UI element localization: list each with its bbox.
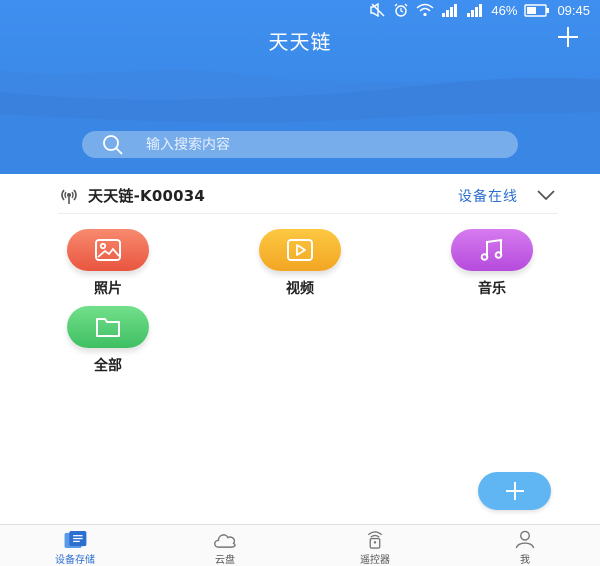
signal-icon-1 bbox=[442, 4, 458, 17]
nav-label: 设备存储 bbox=[55, 555, 95, 566]
battery-icon bbox=[524, 3, 550, 17]
nav-label: 我 bbox=[520, 555, 530, 566]
wifi-status-icon bbox=[416, 3, 434, 17]
signal-icon-2 bbox=[467, 4, 483, 17]
device-row[interactable]: 天天链-K00034 设备在线 bbox=[58, 178, 558, 214]
music-icon bbox=[480, 238, 503, 261]
category-photos[interactable]: 照片 bbox=[63, 229, 153, 298]
plus-icon[interactable] bbox=[556, 25, 580, 49]
category-label: 全部 bbox=[94, 358, 122, 374]
device-status: 设备在线 bbox=[458, 188, 518, 205]
category-videos[interactable]: 视频 bbox=[255, 229, 345, 298]
plus-icon bbox=[505, 482, 524, 500]
image-icon bbox=[95, 239, 121, 261]
category-music[interactable]: 音乐 bbox=[447, 229, 537, 298]
chevron-down-icon[interactable] bbox=[536, 188, 556, 202]
nav-item-me[interactable]: 我 bbox=[450, 525, 600, 566]
music-bubble[interactable] bbox=[451, 229, 533, 271]
page-title: 天天链 bbox=[268, 30, 332, 54]
mute-icon bbox=[370, 3, 385, 17]
user-icon bbox=[515, 530, 535, 549]
app-root: 46% 09:45 天天链 输入搜索内容 天天链-K00034 设备在线 照片 … bbox=[0, 0, 600, 566]
cloud-icon bbox=[214, 534, 236, 548]
search-input[interactable] bbox=[146, 136, 446, 153]
wifi-icon bbox=[61, 189, 77, 204]
search-icon bbox=[103, 134, 123, 155]
play-icon bbox=[287, 239, 313, 261]
nav-item-remote[interactable]: 遥控器 bbox=[300, 525, 450, 566]
category-label: 照片 bbox=[94, 281, 122, 297]
photos-bubble[interactable] bbox=[67, 229, 149, 271]
all-bubble[interactable] bbox=[67, 306, 149, 348]
remote-icon bbox=[367, 531, 383, 549]
alarm-icon bbox=[394, 3, 408, 17]
clock: 09:45 bbox=[557, 2, 590, 18]
category-all[interactable]: 全部 bbox=[63, 306, 153, 375]
header: 46% 09:45 天天链 bbox=[0, 0, 600, 174]
category-label: 视频 bbox=[286, 281, 314, 297]
nav-item-storage[interactable]: 设备存储 bbox=[0, 525, 150, 566]
search-bar[interactable] bbox=[82, 131, 518, 158]
fab-add-button[interactable] bbox=[478, 472, 551, 510]
nav-item-cloud[interactable]: 云盘 bbox=[150, 525, 300, 566]
storage-icon bbox=[64, 530, 87, 549]
battery-percent: 46% bbox=[491, 2, 518, 18]
status-bar: 46% 09:45 bbox=[370, 0, 600, 20]
nav-label: 云盘 bbox=[215, 555, 235, 566]
folder-icon bbox=[96, 318, 120, 337]
nav-label: 遥控器 bbox=[360, 555, 390, 566]
device-name: 天天链-K00034 bbox=[88, 187, 206, 205]
category-label: 音乐 bbox=[478, 281, 506, 297]
bottom-nav: 设备存储 云盘 遥控器 我 bbox=[0, 524, 600, 566]
videos-bubble[interactable] bbox=[259, 229, 341, 271]
